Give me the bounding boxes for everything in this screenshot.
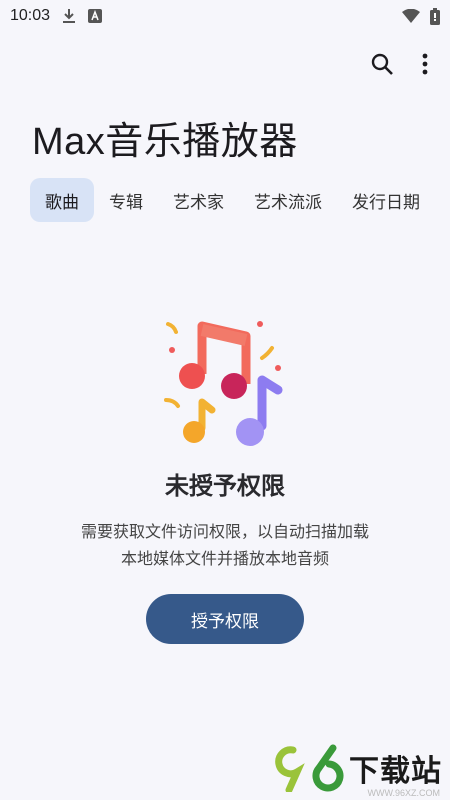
a-icon (88, 9, 103, 23)
grant-permission-button[interactable]: 授予权限 (146, 594, 304, 644)
watermark-url: WWW.96XZ.COM (367, 788, 441, 798)
app-title: Max音乐播放器 (32, 121, 298, 163)
tab-release-date[interactable]: 发行日期 (337, 178, 435, 222)
empty-state-title: 未授予权限 (165, 472, 285, 500)
battery-icon (430, 7, 440, 25)
download-icon (62, 8, 76, 24)
tab-albums[interactable]: 专辑 (94, 178, 158, 222)
top-actions (370, 52, 428, 76)
status-time: 10:03 (10, 7, 51, 24)
more-vert-icon[interactable] (422, 53, 428, 75)
watermark-brand: 下载站 (349, 754, 442, 789)
status-bar: 10:03 (0, 0, 450, 32)
empty-state-description-line1: 需要获取文件访问权限，以自动扫描加载 (80, 522, 369, 541)
music-notes-icon (160, 318, 290, 453)
wifi-icon (402, 9, 420, 23)
tab-artists[interactable]: 艺术家 (158, 178, 239, 222)
search-icon[interactable] (370, 52, 394, 76)
watermark-logo: 下载站 (275, 744, 442, 792)
tab-songs[interactable]: 歌曲 (30, 178, 94, 222)
empty-state-description: 需要获取文件访问权限，以自动扫描加载 本地媒体文件并播放本地音频 (0, 518, 450, 572)
tab-genres[interactable]: 艺术流派 (239, 178, 337, 222)
watermark-96-icon (275, 744, 344, 792)
tab-bar: 歌曲 专辑 艺术家 艺术流派 发行日期 (30, 178, 450, 222)
empty-state-description-line2: 本地媒体文件并播放本地音频 (120, 549, 329, 568)
